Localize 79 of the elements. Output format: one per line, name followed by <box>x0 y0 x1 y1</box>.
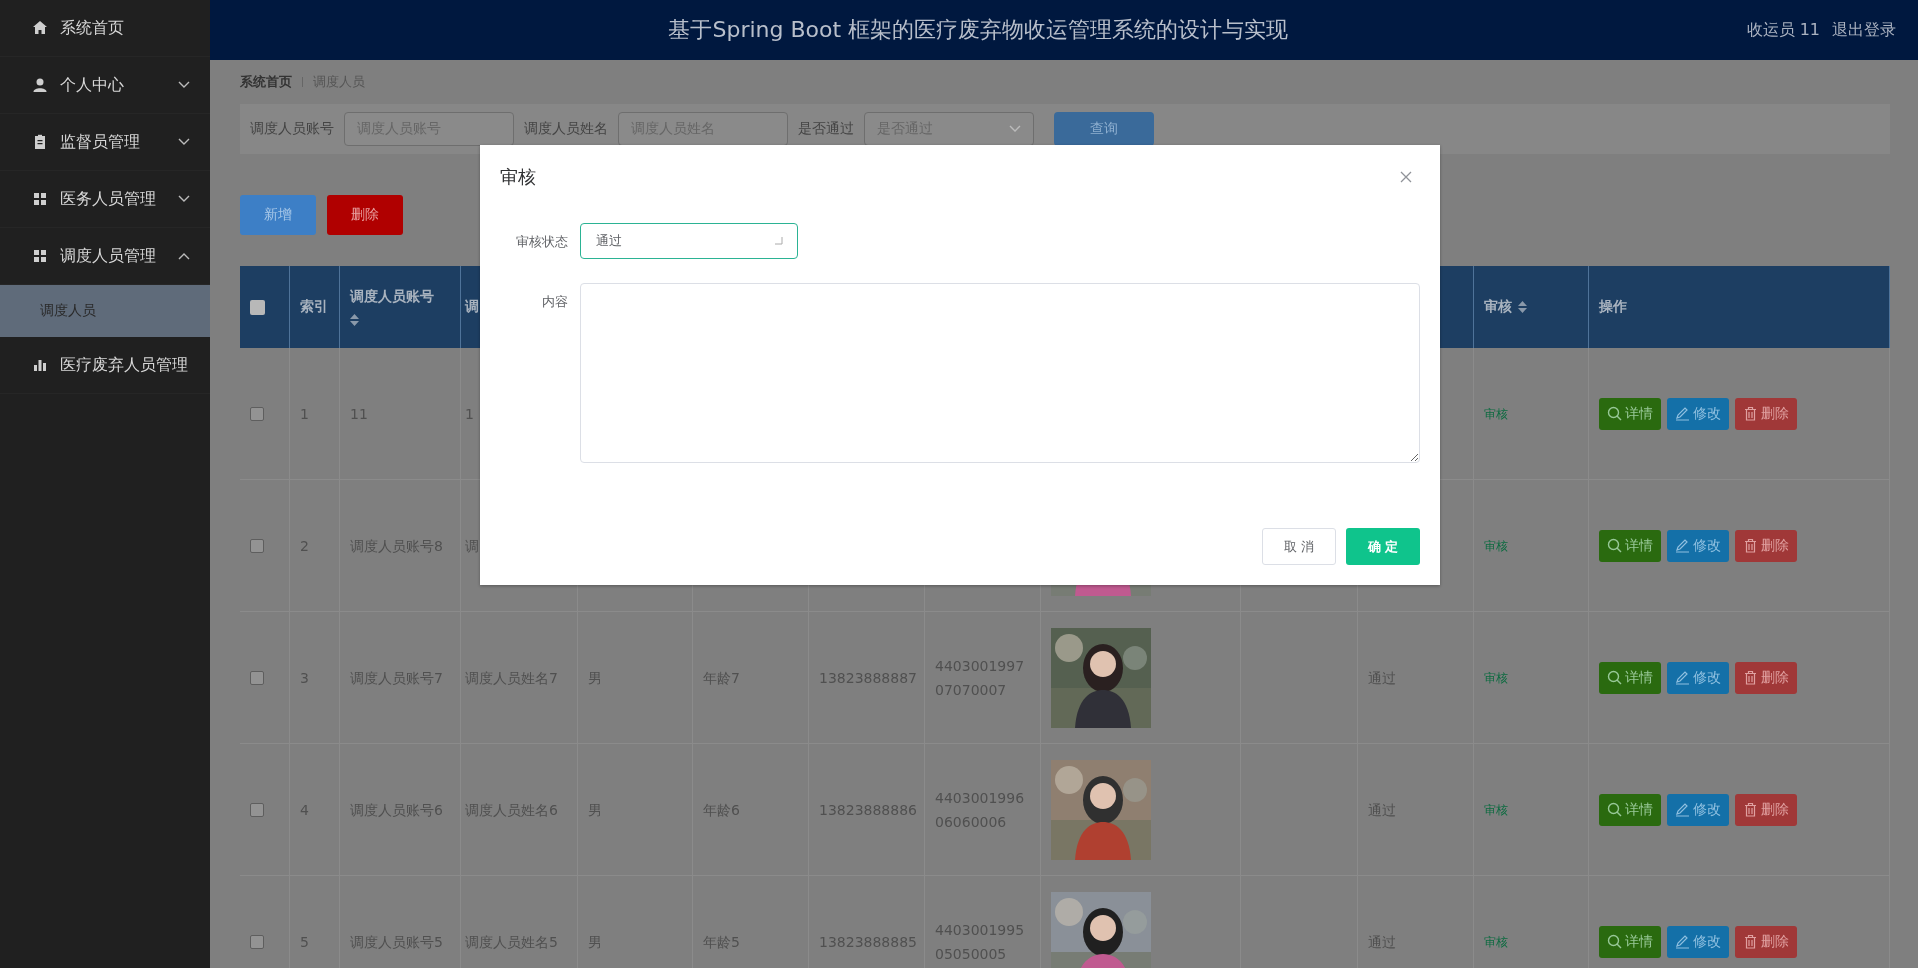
edit-button[interactable]: 修改 <box>1667 397 1729 430</box>
close-icon[interactable] <box>1400 171 1412 183</box>
audit-link[interactable]: 审核 <box>1484 929 1508 954</box>
user-name: 收运员 11 <box>1746 19 1820 41</box>
cancel-button[interactable]: 取 消 <box>1262 528 1336 565</box>
bar-chart-icon <box>32 357 48 373</box>
search-icon <box>1607 802 1622 817</box>
search-icon <box>1607 670 1622 685</box>
audit-link[interactable]: 审核 <box>1484 401 1508 426</box>
dropdown-icon <box>775 237 783 245</box>
pencil-icon <box>1675 934 1690 949</box>
audit-link[interactable]: 审核 <box>1484 797 1508 822</box>
column-header: 索引 <box>300 298 328 316</box>
search-icon <box>1607 406 1622 421</box>
input-field[interactable] <box>580 283 1420 463</box>
field-label: 调度人员姓名 <box>524 120 608 138</box>
add-button[interactable]: 新增 <box>240 195 316 235</box>
details-button[interactable]: 详情 <box>1599 793 1661 826</box>
sort-icon[interactable] <box>350 314 359 326</box>
column-header: 调度人员账号 <box>350 288 434 306</box>
column-header: 操作 <box>1599 298 1627 316</box>
chevron-icon <box>178 195 190 203</box>
checkbox[interactable] <box>250 406 264 421</box>
field-label: 内容 <box>541 293 568 311</box>
chevron-icon <box>178 138 190 146</box>
details-button[interactable]: 详情 <box>1599 397 1661 430</box>
column-header: 调 <box>465 298 479 316</box>
delete-button[interactable]: 删除 <box>1735 793 1797 826</box>
select-field[interactable]: 通过 <box>580 223 798 259</box>
details-button[interactable]: 详情 <box>1599 661 1661 694</box>
chevron-icon <box>1009 125 1021 133</box>
details-button[interactable]: 详情 <box>1599 925 1661 958</box>
delete-button[interactable]: 删除 <box>1735 925 1797 958</box>
edit-button[interactable]: 修改 <box>1667 925 1729 958</box>
pencil-icon <box>1675 670 1690 685</box>
edit-button[interactable]: 修改 <box>1667 529 1729 562</box>
query-button[interactable]: 查询 <box>1054 112 1154 146</box>
search-icon <box>1607 934 1622 949</box>
delete-button[interactable]: 删除 <box>1735 529 1797 562</box>
checkbox[interactable] <box>250 934 264 949</box>
audit-link[interactable]: 审核 <box>1484 533 1508 558</box>
sidebar-subitem[interactable]: 调度人员 <box>0 285 210 337</box>
sort-icon[interactable] <box>1518 301 1527 313</box>
column-header: 审核 <box>1484 298 1512 316</box>
confirm-button[interactable]: 确 定 <box>1346 528 1420 565</box>
checkbox[interactable] <box>250 299 265 315</box>
delete-button[interactable]: 删除 <box>327 195 403 235</box>
details-button[interactable]: 详情 <box>1599 529 1661 562</box>
breadcrumb-item[interactable]: 系统首页 <box>240 73 292 91</box>
pencil-icon <box>1675 538 1690 553</box>
trash-icon <box>1743 934 1758 949</box>
app-title: 基于Spring Boot 框架的医疗废弃物收运管理系统的设计与实现 <box>667 16 1290 44</box>
field-label: 是否通过 <box>798 120 854 138</box>
trash-icon <box>1743 538 1758 553</box>
trash-icon <box>1743 670 1758 685</box>
logout-link[interactable]: 退出登录 <box>1832 19 1896 41</box>
chevron-icon <box>178 252 190 260</box>
edit-button[interactable]: 修改 <box>1667 661 1729 694</box>
field-label: 审核状态 <box>515 233 568 251</box>
chevron-icon <box>178 81 190 89</box>
home-icon <box>32 20 48 36</box>
delete-button[interactable]: 删除 <box>1735 397 1797 430</box>
field-label: 调度人员账号 <box>250 120 334 138</box>
delete-button[interactable]: 删除 <box>1735 661 1797 694</box>
trash-icon <box>1743 802 1758 817</box>
edit-button[interactable]: 修改 <box>1667 793 1729 826</box>
dialog-title: 审核 <box>500 165 536 189</box>
checkbox[interactable] <box>250 538 264 553</box>
grid-icon <box>32 248 48 264</box>
search-icon <box>1607 538 1622 553</box>
checkbox[interactable] <box>250 802 264 817</box>
audit-link[interactable]: 审核 <box>1484 665 1508 690</box>
grid-icon <box>32 191 48 207</box>
checkbox[interactable] <box>250 670 264 685</box>
pencil-icon <box>1675 406 1690 421</box>
clipboard-icon <box>32 134 48 150</box>
user-icon <box>32 77 48 93</box>
pencil-icon <box>1675 802 1690 817</box>
trash-icon <box>1743 406 1758 421</box>
